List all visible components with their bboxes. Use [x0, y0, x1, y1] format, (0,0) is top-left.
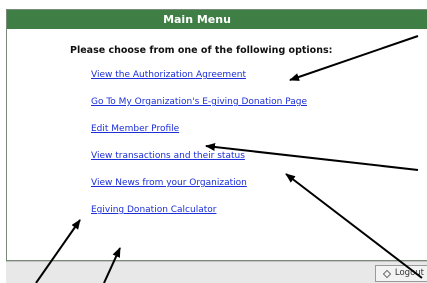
- menu-prompt: Please choose from one of the following …: [70, 45, 333, 56]
- screenshot-page: Main Menu Please choose from one of the …: [0, 0, 427, 283]
- go-to-donation-page-link[interactable]: Go To My Organization's E-giving Donatio…: [91, 97, 307, 107]
- view-news-link[interactable]: View News from your Organization: [91, 178, 247, 188]
- menu-item: View transactions and their status: [91, 151, 307, 178]
- menu-item: View News from your Organization: [91, 178, 307, 205]
- donation-calculator-link[interactable]: Egiving Donation Calculator: [91, 205, 216, 215]
- menu-options: View the Authorization Agreement Go To M…: [91, 70, 307, 232]
- menu-item: View the Authorization Agreement: [91, 70, 307, 97]
- menu-item: Edit Member Profile: [91, 124, 307, 151]
- logout-label: Logout: [394, 268, 424, 278]
- main-menu-panel: Main Menu Please choose from one of the …: [6, 9, 427, 261]
- menu-item: Go To My Organization's E-giving Donatio…: [91, 97, 307, 124]
- logout-button[interactable]: Logout: [374, 265, 427, 282]
- footer-bar: Logout: [6, 261, 427, 283]
- diamond-icon: [382, 269, 392, 278]
- main-menu-title: Main Menu: [7, 10, 427, 29]
- view-authorization-agreement-link[interactable]: View the Authorization Agreement: [91, 70, 246, 80]
- view-transactions-link[interactable]: View transactions and their status: [91, 151, 245, 161]
- menu-item: Egiving Donation Calculator: [91, 205, 307, 232]
- edit-member-profile-link[interactable]: Edit Member Profile: [91, 124, 179, 134]
